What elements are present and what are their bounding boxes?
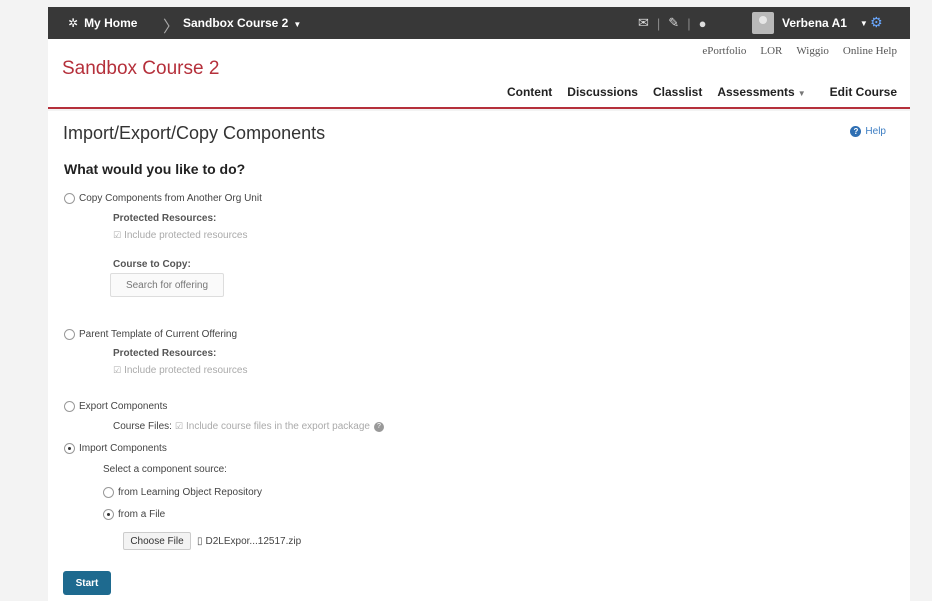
copy-option[interactable]: Copy Components from Another Org Unit: [64, 193, 262, 204]
selected-file-name: D2LExpor...12517.zip: [205, 535, 302, 547]
parent-template-option[interactable]: Parent Template of Current Offering: [64, 329, 237, 340]
message-alerts-icon[interactable]: ✉: [638, 15, 649, 31]
caret-down-icon: ▼: [859, 18, 868, 28]
include-course-files-label: Include course files in the export packa…: [185, 421, 370, 432]
link-online-help[interactable]: Online Help: [843, 45, 897, 57]
user-menu[interactable]: Verbena A1 ▼: [752, 12, 868, 34]
copy-option-label: Copy Components from Another Org Unit: [79, 193, 262, 204]
export-option[interactable]: Export Components: [64, 401, 167, 412]
nav-classlist[interactable]: Classlist: [653, 85, 702, 99]
file-icon: ▯: [197, 535, 203, 547]
from-file-option[interactable]: from a File: [103, 509, 165, 520]
settings-gear-icon[interactable]: ⚙: [870, 14, 883, 31]
file-input-row: Choose File ▯ D2LExpor...12517.zip: [123, 532, 301, 550]
alerts-group: ✉ | ✎ | ●: [638, 15, 706, 31]
protected-resources-label: Protected Resources:: [113, 213, 217, 224]
course-to-copy-label: Course to Copy:: [113, 259, 191, 270]
import-radio[interactable]: [64, 443, 75, 454]
course-navbar: Content Discussions Classlist Assessment…: [507, 85, 897, 99]
parent-template-radio[interactable]: [64, 329, 75, 340]
import-option[interactable]: Import Components: [64, 443, 167, 454]
update-alerts-icon[interactable]: ✎: [668, 15, 679, 31]
nav-discussions[interactable]: Discussions: [567, 85, 638, 99]
utility-links: ePortfolio LOR Wiggio Online Help: [702, 45, 897, 57]
question-heading: What would you like to do?: [64, 161, 246, 177]
course-header: Sandbox Course 2 ePortfolio LOR Wiggio O…: [48, 39, 910, 109]
parent-template-label: Parent Template of Current Offering: [79, 329, 238, 340]
caret-down-icon: ▼: [293, 20, 302, 29]
subscription-alerts-icon[interactable]: ●: [699, 16, 707, 31]
help-circle-icon[interactable]: ?: [373, 421, 384, 432]
export-radio[interactable]: [64, 401, 75, 412]
avatar: [752, 12, 774, 34]
from-file-radio[interactable]: [103, 509, 114, 520]
help-link[interactable]: ? Help: [850, 126, 886, 137]
search-offering-button[interactable]: Search for offering: [110, 273, 224, 297]
choose-file-button[interactable]: Choose File: [123, 532, 191, 550]
divider: |: [656, 15, 661, 31]
include-protected-checkbox-2[interactable]: ☑ Include protected resources: [113, 365, 247, 376]
course-selector-label: Sandbox Course 2: [183, 16, 289, 30]
link-lor[interactable]: LOR: [760, 45, 782, 57]
from-lor-radio[interactable]: [103, 487, 114, 498]
from-file-label: from a File: [118, 509, 166, 520]
divider: |: [687, 15, 691, 31]
nav-content[interactable]: Content: [507, 85, 552, 99]
course-files-label: Course Files:: [113, 421, 172, 432]
export-option-label: Export Components: [79, 401, 168, 412]
include-protected-label: Include protected resources: [124, 230, 248, 241]
import-option-label: Import Components: [79, 443, 167, 454]
course-files-row: Course Files: ☑ Include course files in …: [113, 421, 384, 432]
help-label: Help: [865, 126, 886, 137]
start-button[interactable]: Start: [63, 571, 111, 595]
select-source-label: Select a component source:: [103, 464, 227, 475]
protected-resources-label-2: Protected Resources:: [113, 348, 217, 359]
from-lor-option[interactable]: from Learning Object Repository: [103, 487, 262, 498]
org-logo-icon: ✲: [68, 16, 79, 30]
my-home-label: My Home: [84, 16, 138, 30]
include-protected-checkbox[interactable]: ☑ Include protected resources: [113, 230, 247, 241]
link-wiggio[interactable]: Wiggio: [796, 45, 829, 57]
link-eportfolio[interactable]: ePortfolio: [702, 45, 746, 57]
help-icon: ?: [850, 126, 862, 137]
page-title: Import/Export/Copy Components: [63, 123, 326, 143]
course-title[interactable]: Sandbox Course 2: [62, 58, 219, 80]
my-home-link[interactable]: ✲ My Home: [68, 16, 137, 30]
main-panel: Import/Export/Copy Components ? Help Wha…: [48, 111, 910, 601]
nav-edit-course[interactable]: Edit Course: [830, 85, 897, 99]
nav-assessments-label: Assessments: [717, 85, 795, 99]
chevron-right-icon: 〉: [163, 19, 180, 36]
user-name: Verbena A1: [782, 16, 847, 30]
caret-down-icon: ▼: [797, 89, 806, 98]
check-icon[interactable]: ☑: [175, 421, 183, 432]
check-icon: ☑: [113, 365, 122, 375]
copy-radio[interactable]: [64, 193, 75, 204]
course-selector[interactable]: Sandbox Course 2 ▼: [183, 16, 301, 30]
from-lor-label: from Learning Object Repository: [118, 487, 262, 498]
check-icon: ☑: [113, 230, 122, 240]
minibar: ✲ My Home 〉 Sandbox Course 2 ▼ ✉ | ✎ | ● …: [48, 7, 910, 39]
include-protected-label-2: Include protected resources: [124, 365, 248, 376]
nav-assessments[interactable]: Assessments ▼: [717, 85, 805, 99]
